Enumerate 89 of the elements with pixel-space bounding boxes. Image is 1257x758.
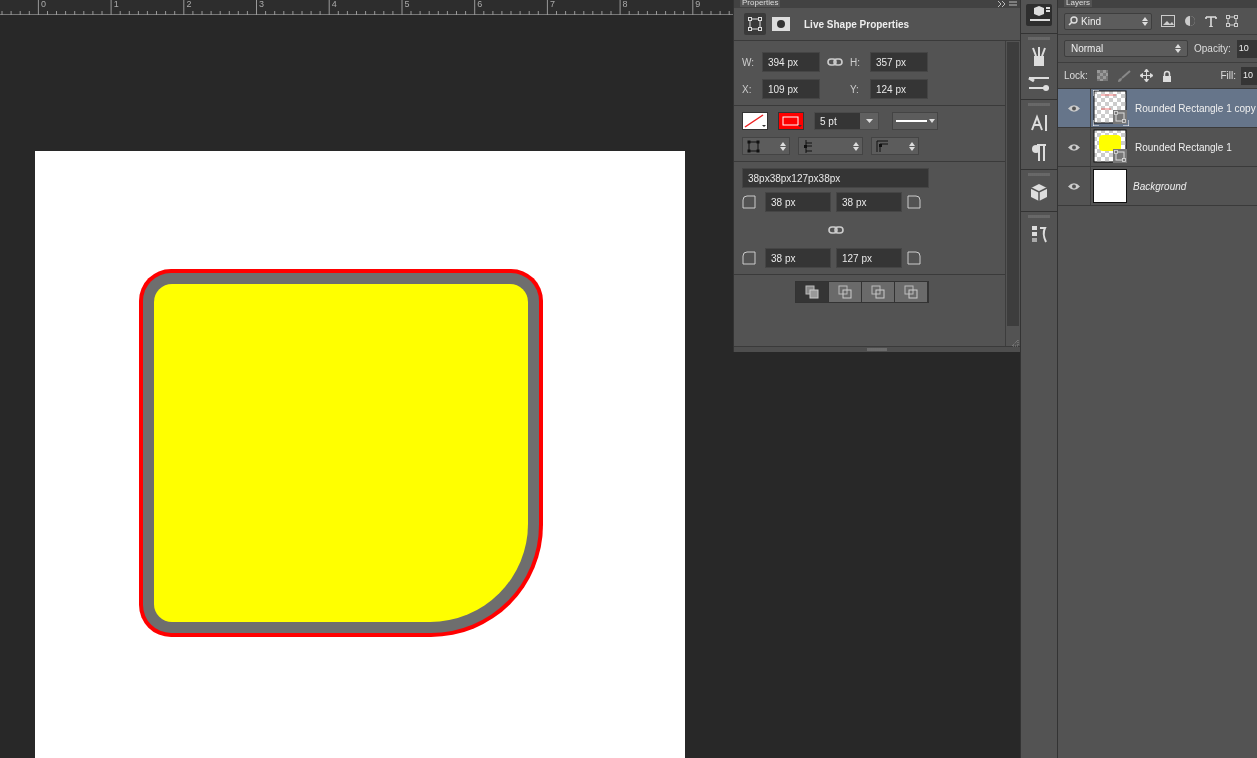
overlapping-squares-icon <box>871 285 885 299</box>
input-field[interactable]: 38 px <box>765 192 831 212</box>
field-label: W: <box>742 55 756 70</box>
input-field[interactable]: 127 px <box>836 248 902 268</box>
type-filter-icon <box>1205 15 1217 27</box>
input-field[interactable]: 394 px <box>762 52 820 72</box>
corner-icon <box>742 251 756 265</box>
drag-handle-icon <box>867 348 887 351</box>
shape-layer-thumbnail <box>1093 90 1129 126</box>
eye-icon <box>1067 181 1081 191</box>
layer-row[interactable]: Rounded Rectangle 1 <box>1058 128 1257 167</box>
ruler-label: 3 <box>259 0 265 9</box>
spinner-arrows-icon <box>853 141 859 151</box>
resize-grip-icon <box>1011 339 1019 347</box>
blend-mode-dropdown[interactable]: Normal <box>1064 40 1188 57</box>
caret-icon <box>865 119 873 123</box>
ruler-label: 0 <box>41 0 46 9</box>
lock-move-icon <box>1139 69 1153 82</box>
stroke-option-dropdown[interactable] <box>798 137 863 155</box>
adjustment-filter-icon <box>1184 15 1196 27</box>
field-label: H: <box>850 55 861 70</box>
spinner-arrows-icon <box>1142 16 1148 26</box>
field-label: X: <box>742 82 753 97</box>
input-field[interactable]: 357 px <box>870 52 928 72</box>
ruler-label: 1 <box>113 0 119 9</box>
stroke-width-dropdown[interactable]: 5 pt <box>814 112 879 130</box>
stroke-option-dropdown[interactable] <box>871 137 919 155</box>
input-field[interactable]: 38 px <box>836 192 902 212</box>
overlapping-squares-icon <box>838 285 852 299</box>
stroke-type-dropdown[interactable] <box>892 112 938 130</box>
background-thumbnail <box>1093 169 1127 203</box>
corner-radius-field[interactable]: 38px38px127px38px <box>742 168 929 188</box>
path-operation-button[interactable] <box>829 282 862 302</box>
path-operation-button[interactable] <box>862 282 895 302</box>
search-icon <box>1068 16 1078 26</box>
panel-tab[interactable]: Properties <box>740 0 781 7</box>
link-icon <box>827 225 844 235</box>
ruler-label: 9 <box>695 0 701 9</box>
corner-join-icon <box>875 138 890 154</box>
input-field[interactable]: 109 px <box>762 79 820 99</box>
shape-layer-thumbnail <box>1093 129 1129 165</box>
field-label: Y: <box>850 82 860 97</box>
lock-icon <box>1161 69 1172 82</box>
ruler-label: 8 <box>622 0 628 9</box>
fill-swatch-icon <box>742 112 768 130</box>
lock-label: Lock: <box>1064 69 1088 83</box>
line-style-icon <box>895 118 935 124</box>
align-stroke-icon <box>746 138 761 154</box>
path-operation-button[interactable] <box>895 282 928 302</box>
stroke-option-dropdown[interactable] <box>742 137 790 155</box>
corner-icon <box>742 195 756 209</box>
stroke-swatch-icon <box>778 112 804 130</box>
ruler-label: 4 <box>331 0 337 9</box>
panel-title: Live Shape Properties <box>804 17 910 32</box>
input-field[interactable]: 124 px <box>870 79 928 99</box>
ruler-label: 6 <box>477 0 483 9</box>
layer-name: Background <box>1133 179 1187 194</box>
layer-name: Rounded Rectangle 1 <box>1135 140 1232 155</box>
mask-icon <box>772 17 790 31</box>
fill-label: Fill: <box>1220 69 1236 83</box>
opacity-label: Opacity: <box>1194 42 1231 56</box>
ruler-label: 7 <box>549 0 555 9</box>
spinner-arrows-icon <box>780 141 786 151</box>
overlapping-squares-icon <box>904 285 918 299</box>
panel-tab[interactable]: Layers <box>1064 0 1092 7</box>
corner-icon <box>907 251 921 265</box>
input-field[interactable]: 38 px <box>765 248 831 268</box>
fill-field[interactable]: 10 <box>1241 66 1257 85</box>
panel-menu-icon <box>996 0 1018 8</box>
overlapping-squares-icon <box>805 285 819 299</box>
image-filter-icon <box>1161 15 1175 27</box>
eye-icon <box>1067 142 1081 152</box>
lock-brush-icon <box>1116 69 1131 82</box>
opacity-field[interactable]: 10 <box>1236 39 1257 58</box>
layer-row[interactable]: Rounded Rectangle 1 copy <box>1058 89 1257 128</box>
lock-transparency-icon <box>1096 70 1108 81</box>
scrollbar[interactable] <box>1007 42 1019 326</box>
corner-icon <box>907 195 921 209</box>
shape-filter-icon <box>1226 15 1238 27</box>
ruler-label: 2 <box>186 0 192 9</box>
filter-kind-dropdown[interactable]: Kind <box>1064 12 1152 30</box>
layer-name: Rounded Rectangle 1 copy <box>1135 101 1256 116</box>
shape-properties-icon <box>744 13 766 35</box>
ruler-label: 5 <box>404 0 410 9</box>
layer-row[interactable]: Background <box>1058 167 1257 206</box>
spinner-arrows-icon <box>1175 44 1181 53</box>
spinner-arrows-icon <box>909 141 915 151</box>
eye-icon <box>1067 103 1081 113</box>
path-operation-button[interactable] <box>796 282 829 302</box>
